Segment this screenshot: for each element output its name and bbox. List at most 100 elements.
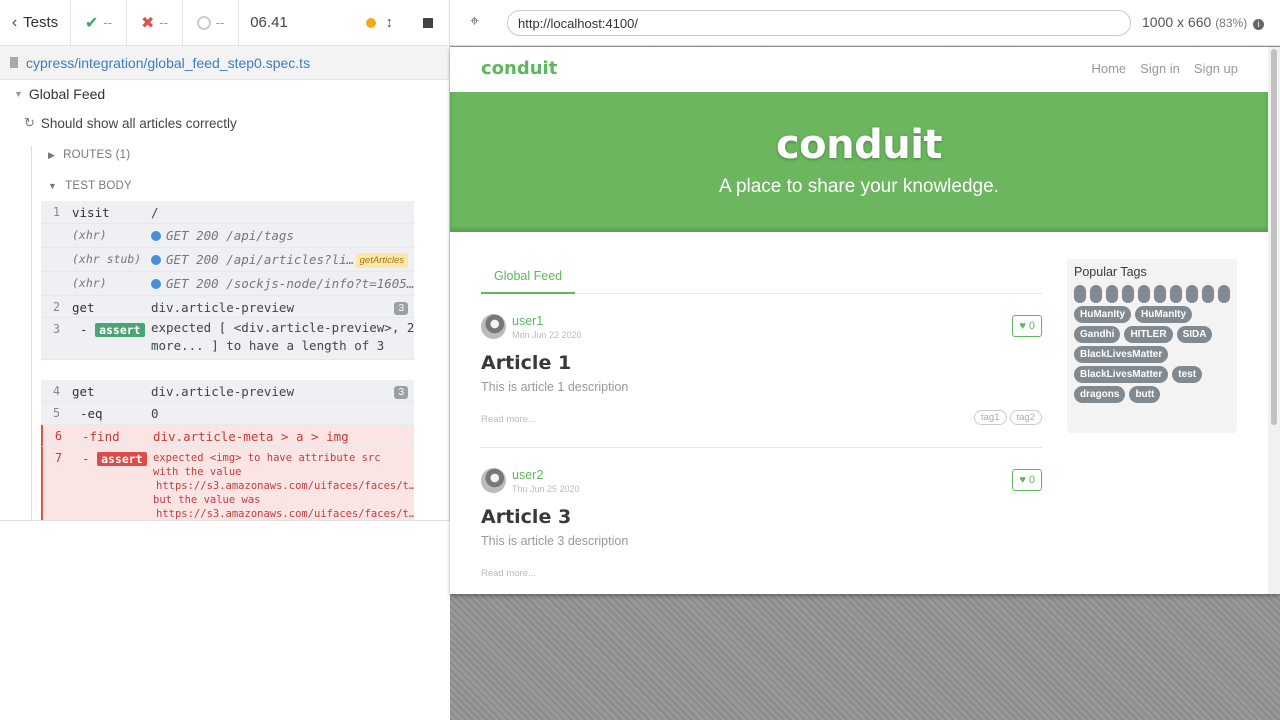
assert-chip: assert (97, 452, 147, 466)
tag-pill[interactable]: dragons (1074, 386, 1126, 403)
nav-sign-in[interactable]: Sign in (1140, 61, 1180, 76)
tag-pill[interactable]: BlackLivesMatter (1074, 346, 1169, 363)
read-more-link[interactable]: Read more... (481, 568, 536, 579)
tab-global-feed[interactable]: Global Feed (481, 259, 576, 294)
tag-pill: tag2 (1009, 410, 1042, 425)
command-row[interactable]: 4 get div.article-preview 3 (41, 380, 414, 402)
article-title[interactable]: Article 3 (481, 506, 571, 528)
tag-pill-blank[interactable] (1138, 285, 1150, 303)
command-row[interactable]: 3 - assert expected [ <div.article-previ… (41, 318, 414, 360)
nav-sign-up[interactable]: Sign up (1194, 61, 1238, 76)
routes-label: ROUTES (1) (63, 149, 131, 161)
suite-title-label: Global Feed (28, 86, 106, 102)
tag-pill-blank[interactable] (1170, 285, 1182, 303)
article-description[interactable]: This is article 3 description (481, 534, 628, 548)
test-title-label: Should show all articles correctly (40, 115, 237, 131)
xhr-message: GET 200 /sockjs-node/info?t=1605… (166, 276, 414, 291)
command-guide-line (31, 146, 32, 521)
favorite-button[interactable]: ♥ 0 (1012, 469, 1042, 491)
assert-line: expected <img> to have attribute src (153, 452, 381, 464)
xhr-message: GET 200 /api/tags (166, 228, 294, 243)
heart-icon: ♥ (1019, 320, 1026, 332)
nav-home[interactable]: Home (1091, 61, 1126, 76)
info-icon[interactable]: i (1253, 19, 1265, 30)
spec-path-link[interactable]: cypress/integration/global_feed_step0.sp… (26, 55, 310, 71)
routes-section[interactable]: ▶ ROUTES (1) (48, 149, 130, 161)
runner-toolbar: ‹ Tests ✔ -- ✖ -- -- 06.41 ↕ (0, 0, 449, 46)
selector-playground-icon[interactable]: ⌖ (470, 13, 479, 31)
favorite-button[interactable]: ♥ 0 (1012, 315, 1042, 337)
author-link[interactable]: user1 (512, 314, 543, 328)
command-row[interactable]: 2 get div.article-preview 3 (41, 296, 414, 318)
tag-pill[interactable]: HuManIty (1135, 306, 1192, 323)
refresh-icon: ↻ (24, 115, 35, 130)
url-bar: ⌖ http://localhost:4100/ 1000 x 660 (83%… (450, 0, 1280, 46)
tag-pill-blank[interactable] (1186, 285, 1198, 303)
tag-pill-blank[interactable] (1218, 285, 1230, 303)
tests-back-button[interactable]: ‹ Tests (0, 0, 71, 46)
command-number (41, 248, 72, 271)
tag-pill[interactable]: HITLER (1124, 326, 1173, 343)
test-body-section[interactable]: ▼ TEST BODY (48, 180, 132, 192)
command-name: get (72, 300, 95, 315)
suite-title[interactable]: ▼ Global Feed (14, 86, 105, 102)
article-date: Thu Jun 25 2020 (512, 484, 580, 494)
stop-button-icon[interactable] (423, 17, 433, 28)
file-icon (10, 57, 18, 68)
command-row[interactable]: 5 -eq 0 (41, 402, 414, 425)
viewport-size: 1000 x 660 (1142, 14, 1212, 30)
tag-pill[interactable]: BlackLivesMatter (1074, 366, 1169, 383)
command-name: get (72, 384, 95, 399)
tag-pill-blank[interactable] (1122, 285, 1134, 303)
article-tags: tag1 tag2 (974, 410, 1042, 425)
assert-line: with the value (153, 466, 242, 478)
read-more-link[interactable]: Read more... (481, 414, 536, 425)
article-description[interactable]: This is article 1 description (481, 380, 628, 394)
favorite-count: 0 (1028, 474, 1035, 486)
tag-pill-blank[interactable] (1090, 285, 1102, 303)
url-input[interactable]: http://localhost:4100/ (507, 10, 1131, 36)
command-message: / (151, 205, 159, 220)
tag-pill-blank[interactable] (1106, 285, 1118, 303)
author-link[interactable]: user2 (512, 468, 543, 482)
avatar[interactable] (481, 314, 506, 339)
tag-pill-blank[interactable] (1074, 285, 1086, 303)
command-row[interactable]: (xhr) GET 200 /api/tags (41, 224, 414, 248)
test-title[interactable]: ↻ Should show all articles correctly (24, 115, 237, 131)
tag-pill[interactable]: Gandhi (1074, 326, 1121, 343)
command-row[interactable]: (xhr) GET 200 /sockjs-node/info?t=1605… (41, 272, 414, 296)
tag-pill[interactable]: test (1172, 366, 1203, 383)
article-date: Mon Jun 22 2020 (512, 330, 582, 340)
autoscroll-toggle-icon[interactable]: ↕ (386, 14, 394, 31)
command-row[interactable]: 6 -find div.article-meta > a > img (41, 425, 414, 447)
command-row[interactable]: 1 visit / (41, 201, 414, 224)
command-name: -eq (80, 406, 103, 421)
tag-pill-blank[interactable] (1154, 285, 1166, 303)
article-preview: user2 Thu Jun 25 2020 ♥ 0 Article 3 This … (481, 448, 1042, 594)
failed-count: ✖ -- (127, 0, 183, 46)
spinner-icon (196, 15, 211, 30)
runner-controls: ↕ (299, 0, 449, 46)
tag-pill[interactable]: butt (1129, 386, 1161, 403)
tag-pill[interactable]: HuManIty (1074, 306, 1131, 323)
brand-logo[interactable]: conduit (481, 58, 557, 79)
command-row[interactable]: 7 - assert expected <img> to have attrib… (41, 447, 414, 523)
command-number: 5 (52, 406, 61, 420)
caret-down-icon: ▼ (14, 89, 23, 99)
assert-line: expected [ <div.article-preview>, 2 (151, 320, 414, 335)
avatar[interactable] (481, 468, 506, 493)
zoom-level: (83%) (1215, 16, 1248, 30)
scrollbar-thumb[interactable] (1271, 49, 1277, 425)
assert-line: but the value was (153, 494, 261, 506)
tag-pill[interactable]: SIDA (1176, 326, 1213, 343)
assert-line: https://s3.amazonaws.com/uifaces/faces/t… (156, 480, 414, 492)
command-row[interactable]: (xhr stub) GET 200 /api/articles?li… get… (41, 248, 414, 272)
cross-icon: ✖ (140, 14, 155, 32)
pending-count: -- (183, 0, 239, 46)
command-name: - assert (74, 447, 153, 522)
status-dot-icon (365, 17, 376, 28)
tag-pill-blank[interactable] (1202, 285, 1214, 303)
app-iframe: conduit Home Sign in Sign up conduit A p… (450, 47, 1280, 594)
nav-links: Home Sign in Sign up (1091, 61, 1238, 76)
article-title[interactable]: Article 1 (481, 352, 571, 374)
